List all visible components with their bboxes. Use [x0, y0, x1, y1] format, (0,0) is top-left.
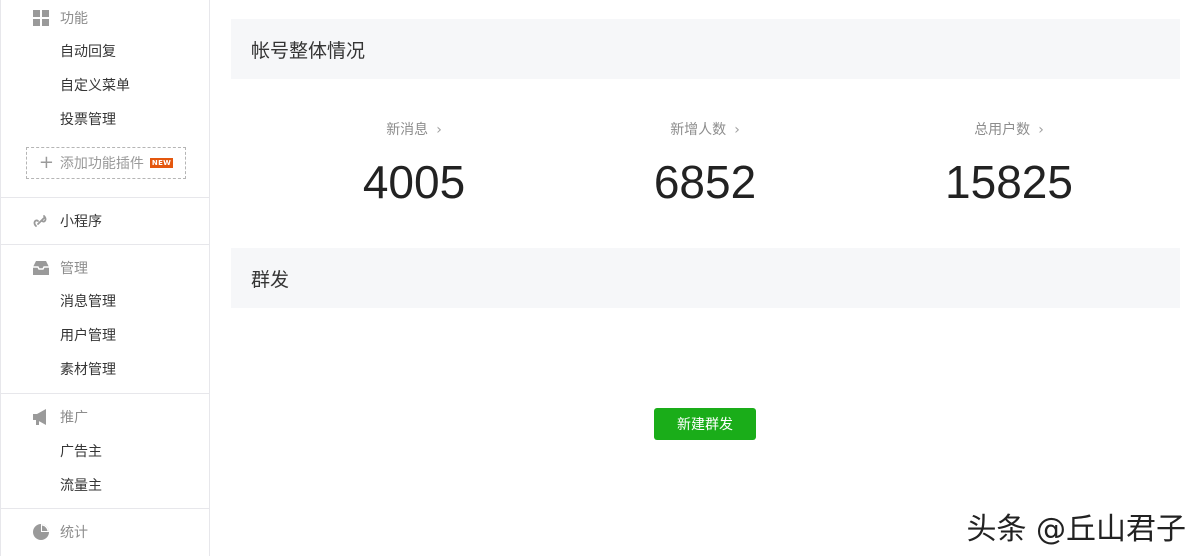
sidebar-item-publisher[interactable]: 流量主 — [60, 476, 102, 496]
sidebar-item-vote-manage[interactable]: 投票管理 — [60, 110, 116, 130]
mass-send-title: 群发 — [251, 268, 290, 291]
new-badge: NEW — [149, 158, 174, 168]
plus-icon: + — [38, 152, 54, 173]
megaphone-icon — [32, 408, 50, 426]
chevron-right-icon: › — [1038, 122, 1044, 138]
stat-total-users: 总用户数 › 15825 — [909, 120, 1109, 210]
sidebar: 功能 自动回复 自定义菜单 投票管理 + 添加功能插件 NEW 小程序 管理 消… — [0, 0, 210, 556]
pie-icon — [32, 523, 50, 541]
add-plugin-label: 添加功能插件 — [59, 156, 144, 172]
sidebar-divider — [1, 393, 210, 394]
section-functions-title: 功能 — [60, 11, 88, 27]
sidebar-divider — [1, 508, 210, 509]
section-promote-header: 推广 — [32, 407, 88, 427]
stat-total-users-link[interactable]: 总用户数 › — [909, 120, 1109, 140]
link-icon — [32, 212, 50, 230]
chevron-right-icon: › — [436, 122, 442, 138]
chevron-right-icon: › — [734, 122, 740, 138]
section-promote-title: 推广 — [60, 410, 88, 426]
sidebar-item-advertiser[interactable]: 广告主 — [60, 442, 102, 462]
section-functions-header: 功能 — [32, 8, 88, 28]
sidebar-item-auto-reply[interactable]: 自动回复 — [60, 42, 116, 62]
inbox-icon — [32, 259, 50, 277]
new-mass-send-button[interactable]: 新建群发 — [654, 408, 756, 440]
watermark: 头条 @丘山君子 — [966, 512, 1186, 547]
overview-header: 帐号整体情况 — [231, 19, 1180, 79]
grid-icon — [32, 9, 50, 27]
stat-value: 4005 — [362, 156, 466, 208]
section-stats-title: 统计 — [60, 525, 88, 541]
add-plugin-button[interactable]: + 添加功能插件 NEW — [26, 147, 186, 179]
stat-new-users: 新增人数 › 6852 — [605, 120, 805, 210]
stat-value: 15825 — [945, 156, 1073, 208]
stat-label: 新消息 — [386, 122, 429, 138]
sidebar-divider — [1, 197, 210, 198]
section-stats-header: 统计 — [32, 522, 88, 542]
section-manage-header: 管理 — [32, 258, 88, 278]
sidebar-item-user-manage[interactable]: 用户管理 — [60, 326, 116, 346]
sidebar-miniprogram-label: 小程序 — [60, 214, 102, 230]
sidebar-item-miniprogram[interactable]: 小程序 — [32, 211, 102, 231]
sidebar-divider — [1, 244, 210, 245]
overview-title: 帐号整体情况 — [251, 39, 366, 62]
stat-new-messages: 新消息 › 4005 — [314, 120, 514, 210]
section-manage-title: 管理 — [60, 261, 88, 277]
sidebar-item-material-manage[interactable]: 素材管理 — [60, 360, 116, 380]
mass-send-header: 群发 — [231, 248, 1180, 308]
stat-new-messages-link[interactable]: 新消息 › — [314, 120, 514, 140]
stat-label: 总用户数 — [974, 122, 1031, 138]
stat-new-users-link[interactable]: 新增人数 › — [605, 120, 805, 140]
sidebar-item-message-manage[interactable]: 消息管理 — [60, 292, 116, 312]
stat-label: 新增人数 — [670, 122, 727, 138]
sidebar-item-custom-menu[interactable]: 自定义菜单 — [60, 76, 130, 96]
stat-value: 6852 — [653, 156, 757, 208]
